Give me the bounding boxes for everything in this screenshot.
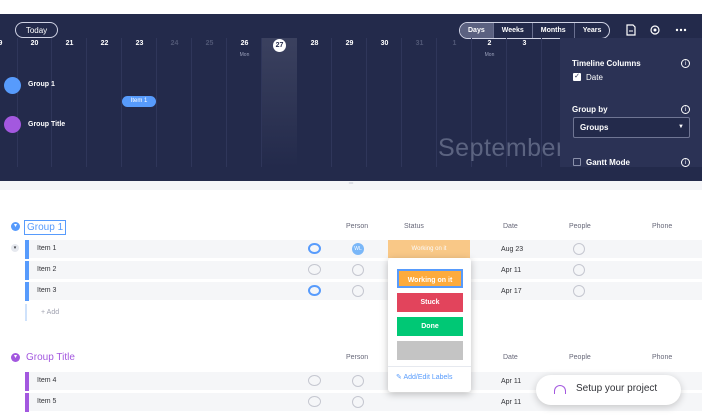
column-header-phone: Phone <box>652 223 673 230</box>
month-label: September <box>438 134 565 162</box>
view-months-button[interactable]: Months <box>533 23 575 38</box>
view-mode-switcher: Days Weeks Months Years <box>459 22 611 39</box>
status-option-blank[interactable] <box>397 341 463 360</box>
item-name[interactable]: Item 1 <box>37 245 56 252</box>
day-label: 31 <box>415 40 424 47</box>
status-option-done[interactable]: Done <box>397 317 463 336</box>
top-strip <box>0 0 702 14</box>
group-avatar <box>4 77 21 94</box>
add-edit-labels-link[interactable]: ✎ Add/Edit Labels <box>396 373 452 381</box>
group-title[interactable]: Group 1 <box>24 220 67 235</box>
day-label: 3 <box>522 40 527 47</box>
chevron-down-icon: ▼ <box>678 124 684 130</box>
timeline-settings-panel: Timeline Columns i ✓ Date Group by i Gan… <box>560 38 702 167</box>
status-cell[interactable]: Working on it <box>388 240 470 258</box>
people-empty-icon[interactable] <box>573 264 585 276</box>
timeline-item-pill[interactable]: Item 1 <box>122 96 156 107</box>
person-empty-icon[interactable] <box>352 264 364 276</box>
updates-icon[interactable] <box>308 243 321 254</box>
date-option-label: Date <box>586 73 603 82</box>
group-by-title: Group by <box>572 105 608 114</box>
people-empty-icon[interactable] <box>573 243 585 255</box>
day-label: 9 <box>0 40 3 47</box>
person-avatar[interactable]: WL <box>352 243 364 255</box>
updates-icon[interactable] <box>308 285 321 296</box>
person-empty-icon[interactable] <box>352 375 364 387</box>
column-header-person: Person <box>346 354 369 361</box>
day-label: 21 <box>65 40 74 47</box>
view-years-button[interactable]: Years <box>575 23 610 38</box>
group-by-select[interactable]: Groups ▼ <box>573 117 690 138</box>
day-label: 24 <box>170 40 179 47</box>
add-item-input[interactable]: + Add <box>25 304 702 321</box>
date-cell[interactable]: Aug 23 <box>501 246 523 253</box>
gantt-mode-label: Gantt Mode <box>586 158 630 167</box>
column-header-phone: Phone <box>652 354 673 361</box>
day-label: 26 <box>240 40 249 47</box>
timeline-columns-title: Timeline Columns <box>572 59 641 68</box>
status-option-stuck[interactable]: Stuck <box>397 293 463 312</box>
day-label: 29 <box>345 40 354 47</box>
day-label: 30 <box>380 40 389 47</box>
divider <box>388 366 471 367</box>
day-label: 20 <box>30 40 39 47</box>
timeline-group-name: Group 1 <box>28 81 55 88</box>
info-icon[interactable]: i <box>681 158 690 167</box>
column-header-person: Person <box>346 223 369 230</box>
group-avatar <box>4 116 21 133</box>
updates-icon[interactable] <box>308 396 321 407</box>
timeline-group-name: Group Title <box>28 121 66 128</box>
view-weeks-button[interactable]: Weeks <box>494 23 533 38</box>
settings-icon[interactable] <box>649 24 661 36</box>
view-days-button[interactable]: Days <box>460 23 494 38</box>
item-name[interactable]: Item 3 <box>37 287 56 294</box>
day-label: 2 <box>487 40 492 47</box>
chevron-down-icon[interactable]: ▾ <box>11 353 20 362</box>
item-name[interactable]: Item 2 <box>37 266 56 273</box>
setup-project-label: Setup your project <box>576 383 658 394</box>
day-label: 25 <box>205 40 214 47</box>
setup-project-button[interactable]: Setup your project <box>536 375 681 405</box>
info-icon[interactable]: i <box>681 105 690 114</box>
person-empty-icon[interactable] <box>352 396 364 408</box>
column-header-date: Date <box>503 223 518 230</box>
item-name[interactable]: Item 4 <box>37 377 56 384</box>
date-cell[interactable]: Apr 17 <box>501 288 522 295</box>
gauge-icon <box>554 385 566 394</box>
expand-icon[interactable]: ▾ <box>11 244 19 252</box>
weekday-marker: Mon <box>484 52 495 58</box>
date-checkbox[interactable]: ✓ <box>573 73 581 81</box>
status-option-working[interactable]: Working on it <box>397 269 463 288</box>
day-label: 22 <box>100 40 109 47</box>
info-icon[interactable]: i <box>681 59 690 68</box>
people-empty-icon[interactable] <box>573 285 585 297</box>
today-marker: 27 <box>273 39 286 52</box>
group-title[interactable]: Group Title <box>26 352 75 363</box>
updates-icon[interactable] <box>308 264 321 275</box>
day-label: 28 <box>310 40 319 47</box>
status-label-picker: Working on it Stuck Done ✎ Add/Edit Labe… <box>388 258 471 392</box>
updates-icon[interactable] <box>308 375 321 386</box>
day-label: 23 <box>135 40 144 47</box>
gantt-checkbox[interactable] <box>573 158 581 166</box>
today-button[interactable]: Today <box>15 22 58 38</box>
group-by-value: Groups <box>580 123 609 132</box>
day-label: 1 <box>452 40 457 47</box>
column-header-people: People <box>569 223 591 230</box>
weekday-marker: Mon <box>239 52 250 58</box>
person-empty-icon[interactable] <box>352 285 364 297</box>
column-header-people: People <box>569 354 591 361</box>
date-cell[interactable]: Apr 11 <box>501 399 521 406</box>
date-cell[interactable]: Apr 11 <box>501 267 521 274</box>
column-header-date: Date <box>503 354 518 361</box>
more-icon[interactable] <box>675 24 687 36</box>
export-icon[interactable] <box>625 24 637 36</box>
item-name[interactable]: Item 5 <box>37 398 56 405</box>
column-header-status: Status <box>404 223 424 230</box>
date-cell[interactable]: Apr 11 <box>501 378 521 385</box>
resize-handle[interactable]: ═ <box>0 181 702 190</box>
chevron-down-icon[interactable]: ▾ <box>11 222 20 231</box>
